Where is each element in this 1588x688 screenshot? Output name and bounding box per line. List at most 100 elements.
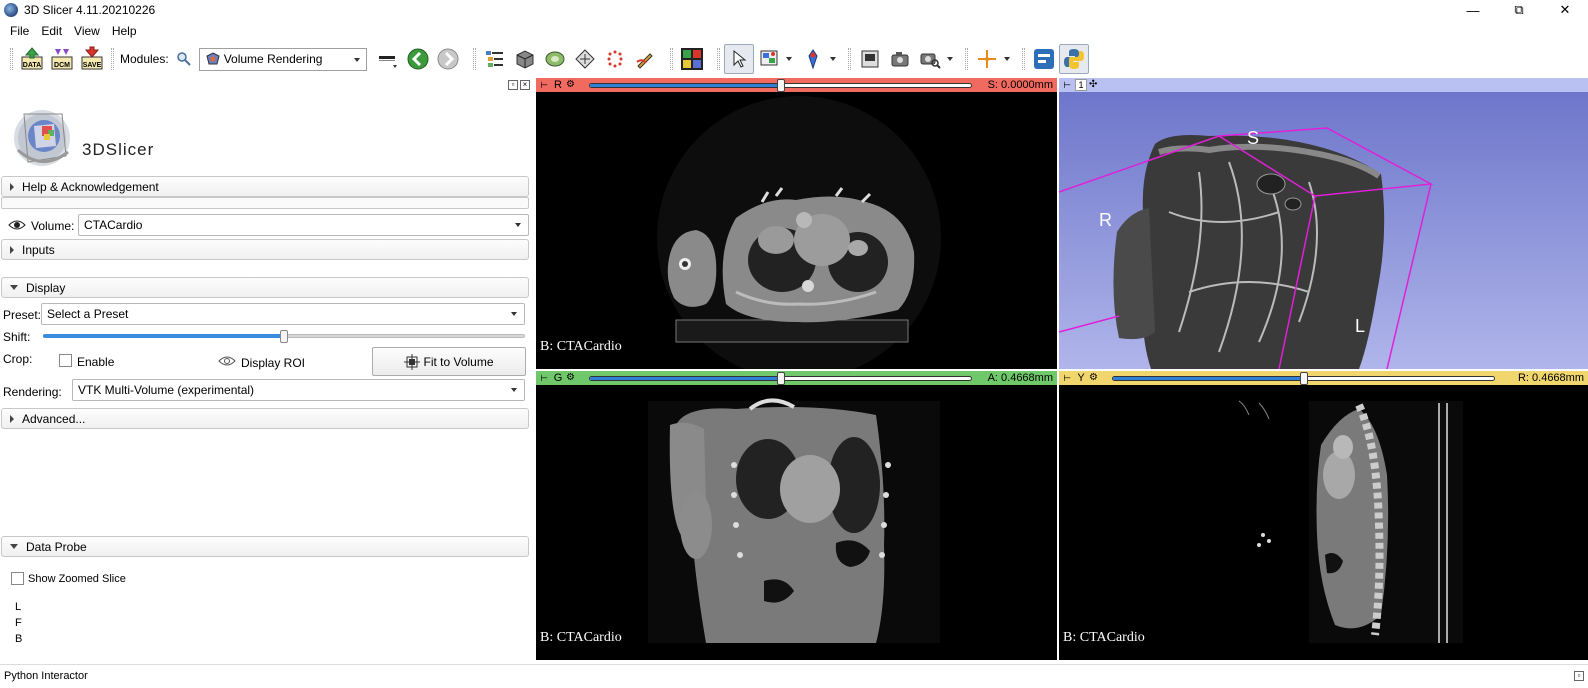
show-zoomed-slice-checkbox[interactable] <box>11 572 24 585</box>
threed-view[interactable]: ⊢ 1 ✣ S R L <box>1059 78 1588 369</box>
slider-handle[interactable] <box>1299 372 1308 385</box>
toolbar-grip[interactable] <box>10 48 13 70</box>
close-button[interactable]: ✕ <box>1542 0 1588 20</box>
red-slice-offset-slider[interactable] <box>589 79 972 92</box>
scene-view-capture-button[interactable] <box>915 44 945 74</box>
green-slice-offset-readout: A: 0.4668mm <box>987 372 1053 384</box>
load-data-button[interactable]: DATA <box>17 44 47 74</box>
slice-settings-icon[interactable]: ⚙ <box>566 373 578 383</box>
models-module-button[interactable] <box>540 44 570 74</box>
volumes-module-button[interactable] <box>510 44 540 74</box>
history-list-icon <box>378 56 397 68</box>
toolbar-grip[interactable] <box>847 48 851 70</box>
red-slice-view[interactable]: ⊢ R ⚙ S: 0.0000mm B: CTACardio <box>536 78 1057 369</box>
slider-handle[interactable] <box>776 79 785 92</box>
editor-module-button[interactable] <box>630 44 660 74</box>
place-markup-button[interactable] <box>754 44 784 74</box>
restore-button[interactable]: ⧉ <box>1496 0 1542 20</box>
next-module-button[interactable] <box>433 44 463 74</box>
chevron-down-icon[interactable] <box>946 57 953 61</box>
eye-icon[interactable] <box>8 219 26 231</box>
scene-view-button[interactable] <box>885 44 915 74</box>
crosshair-button[interactable] <box>972 44 1002 74</box>
float-panel-icon[interactable]: ▫ <box>508 80 518 90</box>
collapsed-section-bar[interactable] <box>1 197 529 209</box>
python-interactor-button[interactable] <box>1058 44 1089 74</box>
slicer-logo: 3DSlicer <box>4 96 204 176</box>
toolbar-grip[interactable] <box>964 48 968 70</box>
extension-manager-button[interactable] <box>1029 44 1059 74</box>
data-tree-icon <box>485 51 503 67</box>
chevron-down-icon[interactable] <box>785 57 792 61</box>
markups-module-button[interactable] <box>600 44 630 74</box>
chevron-down-icon[interactable] <box>1003 57 1010 61</box>
python-interactor-bar[interactable]: Python Interactor ▫ <box>0 664 1588 688</box>
pin-icon[interactable]: ⊢ <box>539 373 549 383</box>
green-slice-offset-slider[interactable] <box>589 372 972 385</box>
advanced-section-label: Advanced... <box>22 411 86 426</box>
display-section-label: Display <box>26 280 66 295</box>
main-toolbar: DATA DCM SAVE Modules: Volume Rendering <box>0 42 1588 76</box>
screenshot-icon <box>861 50 879 68</box>
pin-icon[interactable]: ⊢ <box>1062 373 1072 383</box>
volume-selector[interactable]: CTACardio <box>78 214 529 236</box>
slice-settings-icon[interactable]: ⚙ <box>566 80 578 90</box>
slice-settings-icon[interactable]: ⚙ <box>1089 373 1101 383</box>
fiducial-button[interactable] <box>798 44 828 74</box>
green-slice-view[interactable]: ⊢ G ⚙ A: 0.4668mm B: CTACardio <box>536 371 1057 660</box>
pin-icon[interactable]: ⊢ <box>539 80 549 90</box>
screenshot-button[interactable] <box>855 44 885 74</box>
dicom-button[interactable]: DCM <box>47 44 77 74</box>
panel-dock-controls: ▫ × <box>508 80 530 90</box>
show-zoomed-slice-label: Show Zoomed Slice <box>28 573 126 585</box>
camera-search-icon <box>920 53 941 69</box>
module-history-button[interactable] <box>373 44 403 74</box>
yellow-slice-view[interactable]: ⊢ Y ⚙ R: 0.4668mm B: CTACardio <box>1059 371 1588 660</box>
pin-icon[interactable]: ⊢ <box>1062 80 1072 90</box>
toolbar-grip[interactable] <box>111 48 114 70</box>
toolbar-grip[interactable] <box>472 48 476 70</box>
sagittal-ct-image <box>1238 400 1463 643</box>
preset-selector[interactable]: Select a Preset <box>41 303 525 325</box>
models-icon <box>545 51 565 67</box>
module-selector-value: Volume Rendering <box>223 52 323 66</box>
crop-enable-checkbox[interactable] <box>59 354 72 367</box>
toolbar-grip[interactable] <box>716 48 720 70</box>
menu-file[interactable]: File <box>4 24 35 38</box>
toolbar-grip[interactable] <box>669 48 673 70</box>
search-icon <box>176 52 191 66</box>
shift-slider-handle[interactable] <box>280 330 288 343</box>
menu-edit[interactable]: Edit <box>35 24 68 38</box>
shift-slider-fill <box>43 334 284 338</box>
yellow-slice-offset-slider[interactable] <box>1112 372 1495 385</box>
menu-view[interactable]: View <box>68 24 106 38</box>
help-acknowledgement-section[interactable]: Help & Acknowledgement <box>1 176 529 197</box>
minimize-button[interactable]: — <box>1450 0 1496 20</box>
crosshair-icon <box>977 50 996 68</box>
rendering-method-selector[interactable]: VTK Multi-Volume (experimental) <box>72 379 525 401</box>
window-title: 3D Slicer 4.11.20210226 <box>24 3 156 17</box>
toolbar-grip[interactable] <box>1021 48 1025 70</box>
save-button[interactable]: SAVE <box>77 44 107 74</box>
previous-module-button[interactable] <box>403 44 433 74</box>
data-probe-section[interactable]: Data Probe <box>1 536 529 557</box>
module-search-button[interactable] <box>173 44 195 74</box>
close-panel-icon[interactable]: × <box>520 80 530 90</box>
float-panel-icon[interactable]: ▫ <box>1574 671 1584 681</box>
inputs-section[interactable]: Inputs <box>1 239 529 260</box>
menu-help[interactable]: Help <box>106 24 143 38</box>
axial-ct-image <box>657 96 941 369</box>
transforms-module-button[interactable] <box>570 44 600 74</box>
view-settings-icon[interactable]: ✣ <box>1089 80 1101 90</box>
chevron-down-icon[interactable] <box>829 57 836 61</box>
layout-button[interactable] <box>677 44 707 74</box>
display-roi-eye-icon[interactable] <box>218 354 236 368</box>
advanced-section[interactable]: Advanced... <box>1 408 529 429</box>
data-module-button[interactable] <box>480 44 510 74</box>
view-transform-mode-button[interactable] <box>723 44 754 74</box>
display-section[interactable]: Display <box>1 277 529 298</box>
fit-to-volume-button[interactable]: Fit to Volume <box>372 347 526 376</box>
yellow-slice-offset-readout: R: 0.4668mm <box>1517 372 1584 384</box>
slider-handle[interactable] <box>776 372 785 385</box>
module-selector[interactable]: Volume Rendering <box>198 47 367 71</box>
